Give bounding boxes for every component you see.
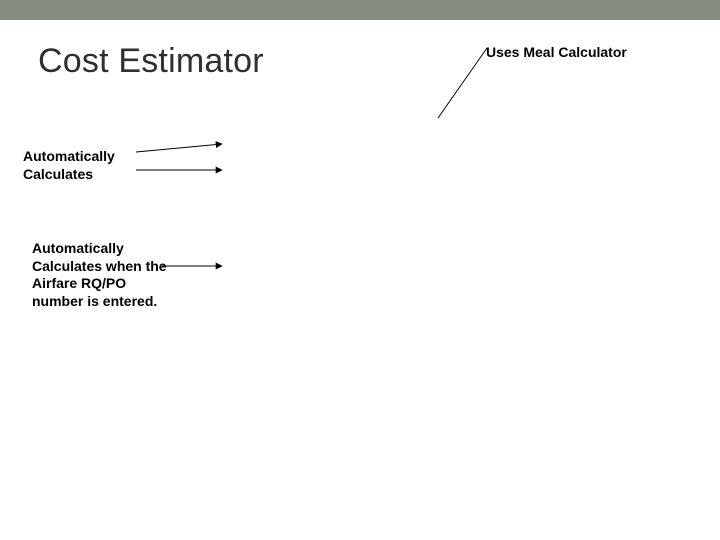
slide-accent-bar	[0, 0, 720, 20]
page-title: Cost Estimator	[38, 42, 264, 81]
annotation-auto-calculates: Automatically Calculates	[23, 148, 133, 183]
annotation-auto-calculates-airfare: Automatically Calculates when the Airfar…	[32, 240, 172, 310]
annotation-uses-meal-calculator: Uses Meal Calculator	[486, 44, 686, 62]
